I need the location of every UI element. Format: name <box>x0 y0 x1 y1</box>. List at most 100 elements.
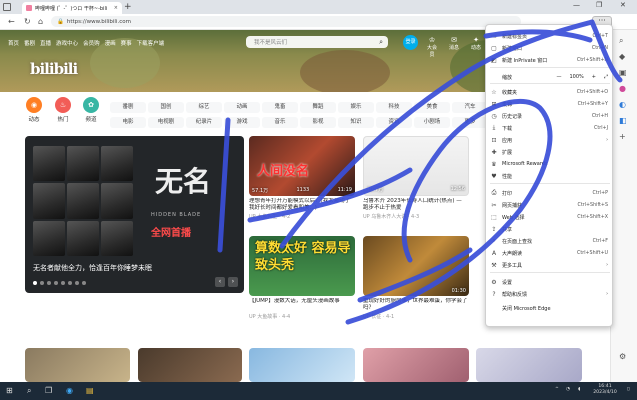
workspaces-icon[interactable] <box>3 3 11 11</box>
video-thumbnail[interactable] <box>138 348 242 382</box>
category-tag[interactable]: 舞蹈 <box>300 102 336 113</box>
login-button[interactable]: 登录 <box>403 35 418 50</box>
search-icon[interactable]: ⌕ <box>619 36 623 46</box>
tag-icon[interactable]: ◆ <box>619 52 625 61</box>
menu-new-window[interactable]: ▢ 新建窗口 Ctrl+N <box>486 43 614 53</box>
windows-start-icon[interactable]: ⊞ <box>6 385 13 396</box>
nav-item[interactable]: 漫画 <box>105 39 116 47</box>
video-card[interactable]: 10.7万 12:56 乌鲁木齐 2023年长寿人口统计(热点) — 跑步不止于… <box>363 136 469 220</box>
menu-new-tab[interactable]: ▭ 新建标签页 Ctrl+T <box>486 31 614 41</box>
clock[interactable]: 16:41 2023/4/10 <box>588 384 622 396</box>
add-icon[interactable]: + <box>619 132 626 141</box>
video-thumbnail[interactable]: 01:30 <box>363 236 469 296</box>
video-title[interactable]: 【JUMP】漫数大话，无厘头漫画故事 <box>249 298 355 312</box>
menu-performance[interactable]: ♥ 性能 <box>486 171 614 181</box>
carousel-caption[interactable]: 无名者献他全力，恰逢百年你睡梦未眠 <box>33 263 152 273</box>
person-icon[interactable]: ● <box>619 84 626 93</box>
nav-item[interactable]: 番剧 <box>24 39 35 47</box>
video-thumbnail[interactable] <box>249 348 355 382</box>
video-thumbnail[interactable]: 人间没名 57.1万 1133 11:19 <box>249 136 355 196</box>
carousel-dot[interactable] <box>54 281 58 285</box>
category-tag[interactable]: 动画 <box>224 102 260 113</box>
zoom-out-icon[interactable]: — <box>556 74 561 80</box>
video-title[interactable]: 乌鲁木齐 2023年长寿人口统计(热点) — 跑步不止于热爱 <box>363 198 469 212</box>
category-tag[interactable]: 综艺 <box>186 102 222 113</box>
category-tag[interactable]: 资讯 <box>376 117 412 128</box>
category-tag[interactable]: 鬼畜 <box>262 102 298 113</box>
menu-favorites[interactable]: ☆ 收藏夹 Ctrl+Shift+O <box>486 87 614 97</box>
menu-share[interactable]: ⇪ 共享 <box>486 224 614 234</box>
channel-channels[interactable]: ✿ 频道 <box>80 97 102 123</box>
video-thumbnail[interactable] <box>363 348 469 382</box>
category-tag[interactable]: 小剧场 <box>414 117 450 128</box>
search-icon[interactable]: ⌕ <box>27 385 31 396</box>
sidebar-settings-icon[interactable]: ⚙ <box>619 352 626 361</box>
category-tag[interactable]: 科技 <box>376 102 412 113</box>
uploader[interactable]: UP 大鱼故事 · 4-4 <box>249 313 355 320</box>
menu-find[interactable]: ⌕ 在页面上查找 Ctrl+F <box>486 236 614 246</box>
category-tag[interactable]: 游戏 <box>224 117 260 128</box>
category-tag[interactable]: 娱乐 <box>338 102 374 113</box>
carousel-dot[interactable] <box>82 281 86 285</box>
chevron-right-icon[interactable]: › <box>228 277 238 287</box>
video-card[interactable]: 人间没名 57.1万 1133 11:19 理想青年打开万能模式以后？(我太激动… <box>249 136 355 220</box>
task-view-icon[interactable]: ❐ <box>45 385 52 396</box>
back-icon[interactable]: ← <box>8 17 15 26</box>
network-icon[interactable]: ◔ <box>566 387 570 393</box>
nav-item[interactable]: 会员购 <box>83 39 100 47</box>
category-tag[interactable]: 美食 <box>414 102 450 113</box>
menu-extensions[interactable]: ✚ 扩展 <box>486 147 614 157</box>
nav-messages[interactable]: ✉ 消息 <box>447 36 461 51</box>
category-tag[interactable]: 国创 <box>148 102 184 113</box>
carousel-dot[interactable] <box>47 281 51 285</box>
menu-downloads[interactable]: ⤓ 下载 Ctrl+J <box>486 123 614 133</box>
menu-collections[interactable]: ⊞ 集锦 Ctrl+Shift+Y <box>486 99 614 109</box>
carousel-dot[interactable] <box>75 281 79 285</box>
outlook-icon[interactable]: ◧ <box>619 116 627 125</box>
search-icon[interactable]: ⌕ <box>379 38 383 47</box>
notification-icon[interactable]: ▯ <box>627 387 630 393</box>
category-tag[interactable]: 更多 <box>452 117 488 128</box>
category-tag[interactable]: 汽车 <box>452 102 488 113</box>
close-window-icon[interactable]: ✕ <box>620 1 626 9</box>
video-thumbnail[interactable]: 算数太好 容易导致头秃 <box>249 236 355 296</box>
category-tag[interactable]: 番剧 <box>110 102 146 113</box>
carousel-dot[interactable] <box>68 281 72 285</box>
office-icon[interactable]: ◐ <box>619 100 626 109</box>
menu-more-tools[interactable]: ⚒ 更多工具 › <box>486 260 614 270</box>
menu-print[interactable]: ⎙ 打印 Ctrl+P <box>486 188 614 198</box>
maximize-icon[interactable]: ❐ <box>596 1 602 9</box>
carousel-dot[interactable] <box>40 281 44 285</box>
video-thumbnail[interactable]: 10.7万 12:56 <box>363 136 469 196</box>
file-explorer-icon[interactable]: ▤ <box>86 385 94 396</box>
menu-close-edge[interactable]: 关闭 Microsoft Edge <box>486 303 614 313</box>
tab-bilibili[interactable]: 哔哩哔哩 (゜-゜)つロ 干杯~-bili × <box>22 2 122 14</box>
menu-help[interactable]: ? 帮助和反馈 › <box>486 289 614 299</box>
close-tab-icon[interactable]: × <box>114 5 118 11</box>
video-thumbnail[interactable] <box>476 348 582 382</box>
video-card[interactable]: 算数太好 容易导致头秃 【JUMP】漫数大话，无厘头漫画故事 UP 大鱼故事 ·… <box>249 236 355 320</box>
video-title[interactable]: 重现好好的厨房事，世界最难蛋，你学会了吗？ <box>363 298 469 312</box>
nav-item[interactable]: 直播 <box>40 39 51 47</box>
search-input[interactable]: 我不是风云们 ⌕ <box>246 36 388 48</box>
nav-item[interactable]: 赛事 <box>121 39 132 47</box>
carousel-dots[interactable] <box>33 281 86 285</box>
uploader[interactable]: UP 乌鲁木齐人大讲 · 4-3 <box>363 213 469 220</box>
featured-carousel[interactable]: 无名 HIDDEN BLADE 全网首播 无名者献他全力，恰逢百年你睡梦未眠 ‹… <box>25 136 244 293</box>
video-title[interactable]: 理想青年打开万能模式以后？(我太激动了我好长时间都好爱看和美...) <box>249 198 355 212</box>
category-tag[interactable]: 电视剧 <box>148 117 184 128</box>
tray-chevron-icon[interactable]: ^ <box>555 387 559 393</box>
home-icon[interactable]: ⌂ <box>38 17 43 26</box>
menu-read-aloud[interactable]: A 大声朗读 Ctrl+Shift+U <box>486 248 614 258</box>
volume-icon[interactable]: ◖ <box>578 387 580 393</box>
category-tag[interactable]: 影视 <box>300 117 336 128</box>
category-tag[interactable]: 电影 <box>110 117 146 128</box>
video-card[interactable]: 01:30 重现好好的厨房事，世界最难蛋，你学会了吗？ UP 长征 · 4-1 <box>363 236 469 320</box>
edge-taskbar-icon[interactable]: ◉ <box>66 385 73 396</box>
minimize-icon[interactable]: — <box>573 1 580 9</box>
menu-history[interactable]: ◷ 历史记录 Ctrl+H <box>486 111 614 121</box>
category-tag[interactable]: 知识 <box>338 117 374 128</box>
uploader[interactable]: UP 长征 · 4-1 <box>363 313 469 320</box>
menu-web-capture[interactable]: ✂ 网页捕获 Ctrl+Shift+S <box>486 200 614 210</box>
carousel-dot[interactable] <box>61 281 65 285</box>
